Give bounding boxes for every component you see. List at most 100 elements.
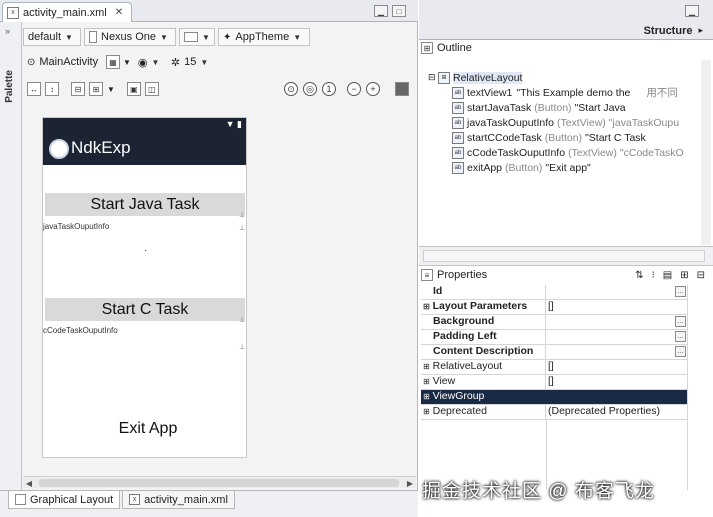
zoom-fit-icon[interactable]: ⊙ [284, 82, 298, 96]
zoom-real-size-icon[interactable]: ◎ [303, 82, 317, 96]
api-level-dropdown[interactable]: ✲ 15 ▼ [167, 53, 217, 71]
expand-icon[interactable]: ⊞ [423, 302, 430, 311]
scroll-right-icon[interactable]: ▶ [404, 477, 416, 489]
outline-horizontal-scrollbar[interactable] [423, 250, 705, 262]
minimize-icon[interactable]: ▁ [374, 5, 388, 17]
tree-item[interactable]: ab textView1 "This Example demo the 用不同 [452, 85, 684, 100]
property-row-selected[interactable]: ⊞ ViewGroup [421, 390, 687, 405]
fill-width-icon[interactable]: ↔ [27, 82, 41, 96]
resize-anchor-icon[interactable]: ⊥ [239, 224, 245, 232]
collapse-icon[interactable]: ⊟ [428, 72, 438, 83]
property-value[interactable]: (Deprecated Properties) [546, 405, 687, 419]
ellipsis-icon[interactable]: … [675, 331, 686, 342]
property-row[interactable]: ⊞ View [] [421, 375, 687, 390]
property-value[interactable]: … [546, 315, 687, 329]
tree-item[interactable]: ab javaTaskOuputInfo (TextView) "javaTas… [452, 115, 684, 130]
ellipsis-icon[interactable]: … [675, 316, 686, 327]
tree-item[interactable]: ab exitApp (Button) "Exit app" [452, 160, 684, 175]
c-output-textview[interactable]: cCodeTaskOuputInfo [43, 326, 118, 335]
property-value[interactable]: [] [546, 360, 687, 374]
panel-divider[interactable] [419, 246, 713, 266]
collapse-all-icon[interactable]: ⊟ [697, 270, 705, 281]
activity-value: MainActivity [39, 56, 99, 68]
property-row[interactable]: Id … [421, 285, 687, 300]
expand-icon[interactable]: ⊞ [423, 362, 430, 371]
outline-vertical-scrollbar[interactable] [701, 60, 711, 245]
margins-icon[interactable]: ◫ [144, 82, 159, 96]
ellipsis-icon[interactable]: … [675, 286, 686, 297]
watermark-text: 掘金技术社区 @ 布客飞龙 [422, 481, 655, 502]
editor-tab-activity-main[interactable]: x activity_main.xml ✕ [2, 2, 132, 22]
property-row[interactable]: ⊞ Deprecated (Deprecated Properties) [421, 405, 687, 420]
orientation-dropdown[interactable]: ▼ [179, 28, 215, 46]
advanced-icon[interactable]: ▤ [663, 270, 672, 281]
expand-icon[interactable]: ⊞ [423, 377, 430, 386]
property-row[interactable]: Padding Left … [421, 330, 687, 345]
preview-icon[interactable] [395, 82, 409, 96]
property-row[interactable]: Content Description … [421, 345, 687, 360]
tree-item[interactable]: ab startCCodeTask (Button) "Start C Task [452, 130, 684, 145]
property-value[interactable]: … [546, 285, 687, 299]
property-row[interactable]: ⊞ RelativeLayout [] [421, 360, 687, 375]
tree-item[interactable]: ab cCodeTaskOuputInfo (TextView) "cCodeT… [452, 145, 684, 160]
property-value[interactable]: [] [546, 300, 687, 314]
tree-children: ab textView1 "This Example demo the 用不同 … [428, 85, 684, 175]
property-value[interactable] [546, 390, 687, 404]
palette-collapse-icon[interactable]: » [5, 26, 10, 36]
start-java-task-button[interactable]: Start Java Task [45, 193, 245, 216]
property-row[interactable]: ⊞ Layout Parameters [] [421, 300, 687, 315]
chevron-down-icon[interactable]: ▼ [107, 85, 115, 94]
device-dropdown[interactable]: Nexus One ▼ [84, 28, 176, 46]
maximize-icon[interactable]: □ [392, 5, 406, 17]
property-key-text: RelativeLayout [432, 360, 503, 372]
sort-icon[interactable]: ⇅ [635, 270, 643, 281]
activity-dropdown[interactable]: ⊙ MainActivity [23, 53, 103, 71]
java-output-textview[interactable]: javaTaskOuputInfo [43, 222, 109, 231]
property-value[interactable]: [] [546, 375, 687, 389]
view-menu-icon[interactable]: ▸ [698, 25, 703, 36]
layout-icon[interactable]: ▦ [106, 55, 120, 69]
star-icon: ✦ [223, 31, 232, 43]
resize-anchor-icon[interactable]: ⊥ [239, 316, 245, 324]
zoom-actual-icon[interactable]: 1 [322, 82, 336, 96]
theme-dropdown[interactable]: ✦ AppTheme ▼ [218, 28, 310, 46]
tab-graphical-layout[interactable]: Graphical Layout [8, 491, 121, 509]
properties-table: Id … ⊞ Layout Parameters [] Background …… [421, 285, 687, 420]
start-c-task-label: Start C Task [101, 300, 189, 318]
tree-item[interactable]: ab startJavaTask (Button) "Start Java [452, 100, 684, 115]
fill-height-icon[interactable]: ↕ [45, 82, 59, 96]
align-icon[interactable]: ⊟ [71, 82, 85, 96]
minimize-icon[interactable]: ▁ [685, 5, 699, 17]
expand-icon[interactable]: ⊞ [423, 407, 430, 416]
activity-icon: ⊙ [27, 56, 36, 68]
start-c-task-button[interactable]: Start C Task [45, 298, 245, 321]
resize-anchor-icon[interactable]: ⊥ [239, 211, 245, 219]
ellipsis-icon[interactable]: … [675, 346, 686, 357]
tab-activity-main-xml[interactable]: x activity_main.xml [122, 491, 235, 509]
property-value[interactable]: … [546, 345, 687, 359]
chevron-down-icon[interactable]: ▼ [123, 58, 131, 67]
device-preview[interactable]: ▼ ▮ NdkExp Start Java Task ⊥ javaTaskOup… [42, 117, 247, 458]
grid-icon[interactable]: ⊞ [89, 82, 103, 96]
palette-sidebar[interactable]: » Palette [0, 22, 22, 492]
zoom-out-icon[interactable]: − [347, 82, 361, 96]
close-icon[interactable]: ✕ [115, 7, 123, 18]
property-value[interactable]: … [546, 330, 687, 344]
screen-orientation-icon [184, 32, 198, 42]
zoom-in-icon[interactable]: + [366, 82, 380, 96]
tree-root-row[interactable]: ⊟ ⊞ RelativeLayout [428, 70, 684, 85]
canvas-horizontal-scrollbar[interactable]: ◀ ▶ [23, 476, 416, 488]
dot-marker: · [144, 245, 148, 256]
exit-app-button[interactable]: Exit App [113, 417, 183, 440]
locale-dropdown[interactable]: ◉ ▼ [134, 53, 164, 71]
scroll-left-icon[interactable]: ◀ [23, 477, 35, 489]
outline-header: ⊞ Outline [421, 40, 711, 56]
scroll-thumb[interactable] [39, 479, 399, 487]
expand-icon[interactable]: ⊞ [423, 392, 430, 401]
baseline-icon[interactable]: ▣ [126, 82, 141, 96]
expand-all-icon[interactable]: ⊞ [680, 270, 688, 281]
resize-anchor-icon[interactable]: ⊥ [239, 343, 245, 351]
property-row[interactable]: Background … [421, 315, 687, 330]
config-dropdown[interactable]: default ▼ [23, 28, 81, 46]
categories-icon[interactable]: ⁝ [652, 270, 655, 281]
